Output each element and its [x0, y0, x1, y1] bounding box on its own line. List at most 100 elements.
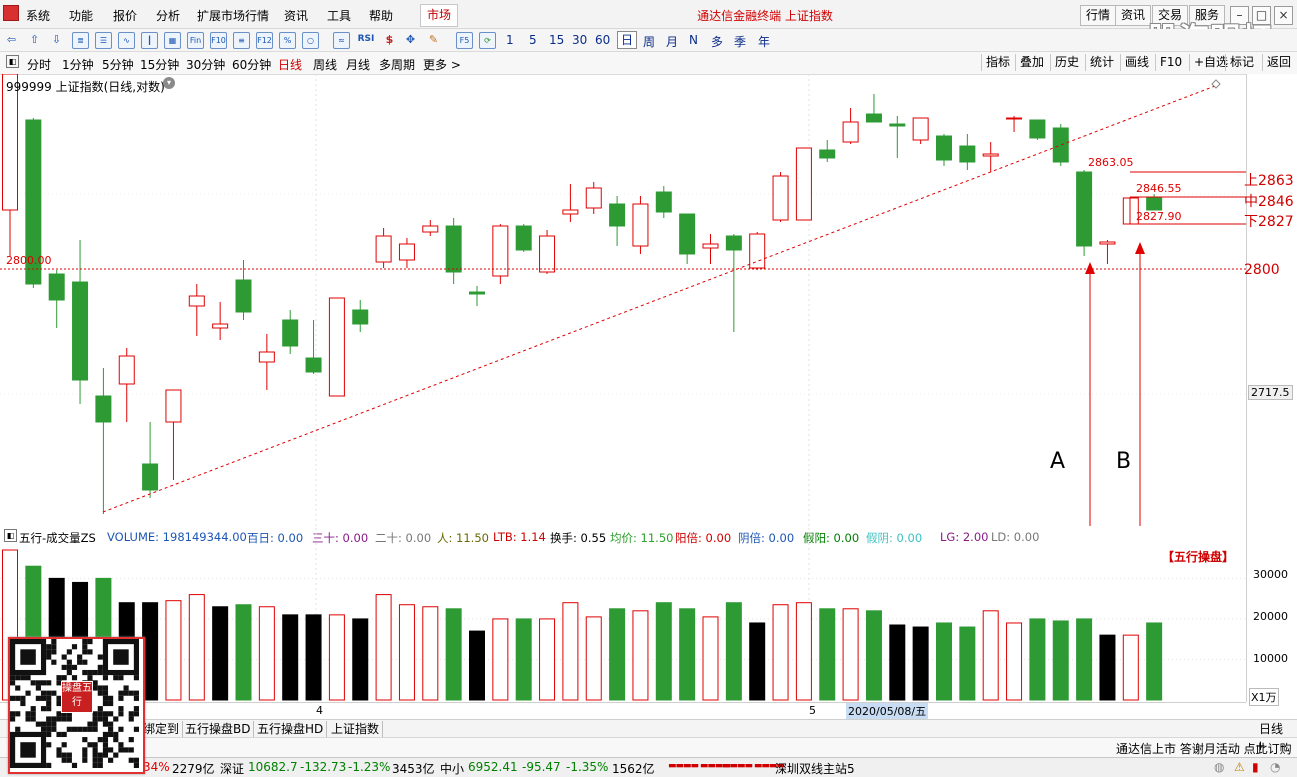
draw-line-button[interactable]: 画线: [1120, 54, 1153, 71]
arrow-up-icon[interactable]: ⇧: [27, 32, 42, 47]
candle-chart-icon[interactable]: ┃: [141, 32, 158, 49]
volume-chart[interactable]: [0, 528, 1246, 701]
news-icon[interactable]: ≡: [233, 32, 250, 49]
info-button[interactable]: 资讯: [1115, 5, 1152, 26]
volume-bar-25: [585, 616, 602, 701]
period-daily[interactable]: 日线: [278, 56, 302, 73]
fin-icon[interactable]: Fin: [187, 32, 204, 49]
candle-body-43: [1006, 117, 1023, 120]
arrow-down-icon[interactable]: ⇩: [49, 32, 64, 47]
f5-icon[interactable]: F5: [456, 32, 473, 49]
circle-icon[interactable]: ○: [302, 32, 319, 49]
panel-toggle-icon[interactable]: ◧: [6, 55, 19, 68]
overlay-button[interactable]: 叠加: [1015, 54, 1048, 71]
promo-notice[interactable]: 通达信上市 答谢月活动 点此订购: [1116, 740, 1292, 757]
statistics-button[interactable]: 统计: [1085, 54, 1118, 71]
period-week[interactable]: 周: [643, 33, 655, 50]
menu-extended-market[interactable]: 扩展市场行情: [197, 7, 269, 24]
dollar-icon[interactable]: $: [382, 32, 397, 47]
report-icon[interactable]: ≣: [72, 32, 89, 49]
period-more[interactable]: 更多 >: [423, 56, 461, 73]
app-logo-icon[interactable]: [3, 5, 19, 21]
period-1-minute[interactable]: 1分钟: [62, 56, 94, 73]
back-button[interactable]: 返回: [1262, 54, 1295, 71]
alert-icon[interactable]: ⚠: [1234, 760, 1245, 774]
close-icon[interactable]: ×: [1274, 6, 1293, 25]
indicator-button[interactable]: 指标: [981, 54, 1014, 71]
volume-bar-34: [795, 602, 812, 701]
volume-bar-31: [725, 602, 742, 701]
chart-options-icon[interactable]: ▾: [163, 77, 175, 89]
f12-icon[interactable]: F12: [256, 32, 273, 49]
market-tab[interactable]: 市场: [420, 4, 459, 27]
period-multi[interactable]: 多: [711, 33, 723, 50]
axis-lower-label: 下2827: [1244, 214, 1294, 230]
history-button[interactable]: 历史: [1050, 54, 1083, 71]
period-quarter[interactable]: 季: [734, 33, 746, 50]
period-15min[interactable]: 15: [549, 33, 564, 47]
percent-icon[interactable]: %: [279, 32, 296, 49]
period-1min[interactable]: 1: [506, 33, 514, 47]
period-day[interactable]: 日: [617, 31, 638, 49]
trend-line: [102, 85, 1216, 513]
candle-body-41: [959, 145, 976, 163]
period-15-minute[interactable]: 15分钟: [140, 56, 179, 73]
period-5min[interactable]: 5: [529, 33, 537, 47]
f10-button[interactable]: F10: [1155, 54, 1186, 71]
period-60min[interactable]: 60: [595, 33, 610, 47]
candlestick-chart[interactable]: 2800.00 2863.052846.55 2827.90 A B: [0, 74, 1246, 526]
arrow-b-head: [1135, 242, 1145, 254]
status-sh-pct: 34%: [143, 760, 170, 774]
quotes-button[interactable]: 行情: [1080, 5, 1117, 26]
menu-bar: 系统 功能 报价 分析 扩展市场行情 资讯 工具 帮助 市场 通达信金融终端 上…: [0, 0, 1297, 57]
tab-daily[interactable]: 日线: [1256, 721, 1286, 737]
arrow-left-icon[interactable]: ⇦: [4, 32, 19, 47]
menu-system[interactable]: 系统: [26, 7, 50, 24]
menu-function[interactable]: 功能: [69, 7, 93, 24]
menu-quotes[interactable]: 报价: [113, 7, 137, 24]
period-5-minute[interactable]: 5分钟: [102, 56, 134, 73]
axis-current-label: 2717.5: [1248, 385, 1293, 400]
period-intraday[interactable]: 分时: [27, 56, 51, 73]
tab-wuxing-hd[interactable]: 五行操盘HD: [254, 721, 328, 737]
menu-analysis[interactable]: 分析: [156, 7, 180, 24]
menu-tools[interactable]: 工具: [327, 7, 351, 24]
period-monthly[interactable]: 月线: [346, 56, 370, 73]
volume-bar-17: [398, 604, 415, 701]
window-title: 通达信金融终端 上证指数: [697, 9, 833, 23]
server-name[interactable]: 深圳双线主站5: [775, 760, 855, 777]
period-n[interactable]: N: [689, 33, 698, 47]
rsi-icon[interactable]: RSI: [354, 32, 378, 47]
tab-wuxing-bd[interactable]: 五行操盘BD: [182, 721, 255, 737]
period-30min[interactable]: 30: [572, 33, 587, 47]
menu-info[interactable]: 资讯: [284, 7, 308, 24]
period-year[interactable]: 年: [758, 33, 770, 50]
candle-body-28: [655, 191, 672, 213]
period-month[interactable]: 月: [666, 33, 678, 50]
period-multi-period[interactable]: 多周期: [379, 56, 415, 73]
qr-code: 操盘五行: [8, 637, 145, 774]
mark-button[interactable]: 标记: [1225, 54, 1258, 71]
candle-body-22: [515, 225, 532, 251]
volume-bar-28: [655, 602, 672, 701]
price-axis: 上2863 中2846 下2827 2800 2717.5 30000 2000…: [1244, 74, 1297, 706]
period-30-minute[interactable]: 30分钟: [186, 56, 225, 73]
refresh-icon[interactable]: ⟳: [479, 32, 496, 49]
move-icon[interactable]: ✥: [403, 32, 418, 47]
tab-bind[interactable]: 绑定到: [140, 721, 184, 737]
wave-icon[interactable]: ≈: [333, 32, 350, 49]
volume-bar-22: [515, 618, 532, 701]
list-icon[interactable]: ☰: [95, 32, 112, 49]
settings-icon[interactable]: ◔: [1270, 760, 1280, 774]
volume-bar-48: [1122, 634, 1139, 701]
period-60-minute[interactable]: 60分钟: [232, 56, 271, 73]
table-icon[interactable]: ▦: [164, 32, 181, 49]
period-weekly[interactable]: 周线: [313, 56, 337, 73]
tab-shanghai-index[interactable]: 上证指数: [328, 721, 384, 737]
line-chart-icon[interactable]: ∿: [118, 32, 135, 49]
f10-icon[interactable]: F10: [210, 32, 227, 49]
menu-help[interactable]: 帮助: [369, 7, 393, 24]
pencil-icon[interactable]: ✎: [426, 32, 441, 47]
vol-axis-20000: 20000: [1253, 610, 1288, 623]
candle-body-46: [1076, 171, 1093, 247]
